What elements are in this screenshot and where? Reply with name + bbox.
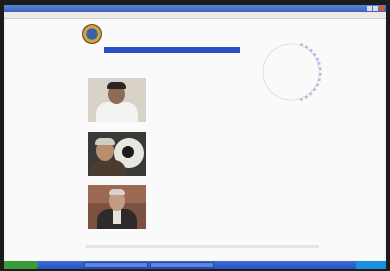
header-banner bbox=[104, 47, 240, 53]
minimize-button[interactable] bbox=[367, 6, 372, 11]
monitor-screen bbox=[4, 5, 386, 269]
portrait-photo-2[interactable] bbox=[88, 132, 146, 176]
maximize-button[interactable] bbox=[373, 6, 378, 11]
circular-text-ring bbox=[260, 41, 322, 103]
seal-logo bbox=[82, 24, 102, 44]
taskbar-task-1[interactable] bbox=[84, 262, 148, 268]
close-button[interactable] bbox=[379, 6, 384, 11]
taskbar-task-2[interactable] bbox=[150, 262, 214, 268]
menu-bar bbox=[4, 12, 386, 19]
taskbar bbox=[4, 261, 386, 269]
window-title-bar[interactable] bbox=[4, 5, 386, 12]
portrait-photo-1[interactable] bbox=[88, 78, 146, 122]
system-tray-clock bbox=[356, 261, 386, 269]
portrait-photo-3[interactable] bbox=[88, 185, 146, 229]
web-page bbox=[6, 19, 384, 260]
start-button[interactable] bbox=[4, 261, 38, 269]
page-footer-bar bbox=[86, 245, 319, 248]
